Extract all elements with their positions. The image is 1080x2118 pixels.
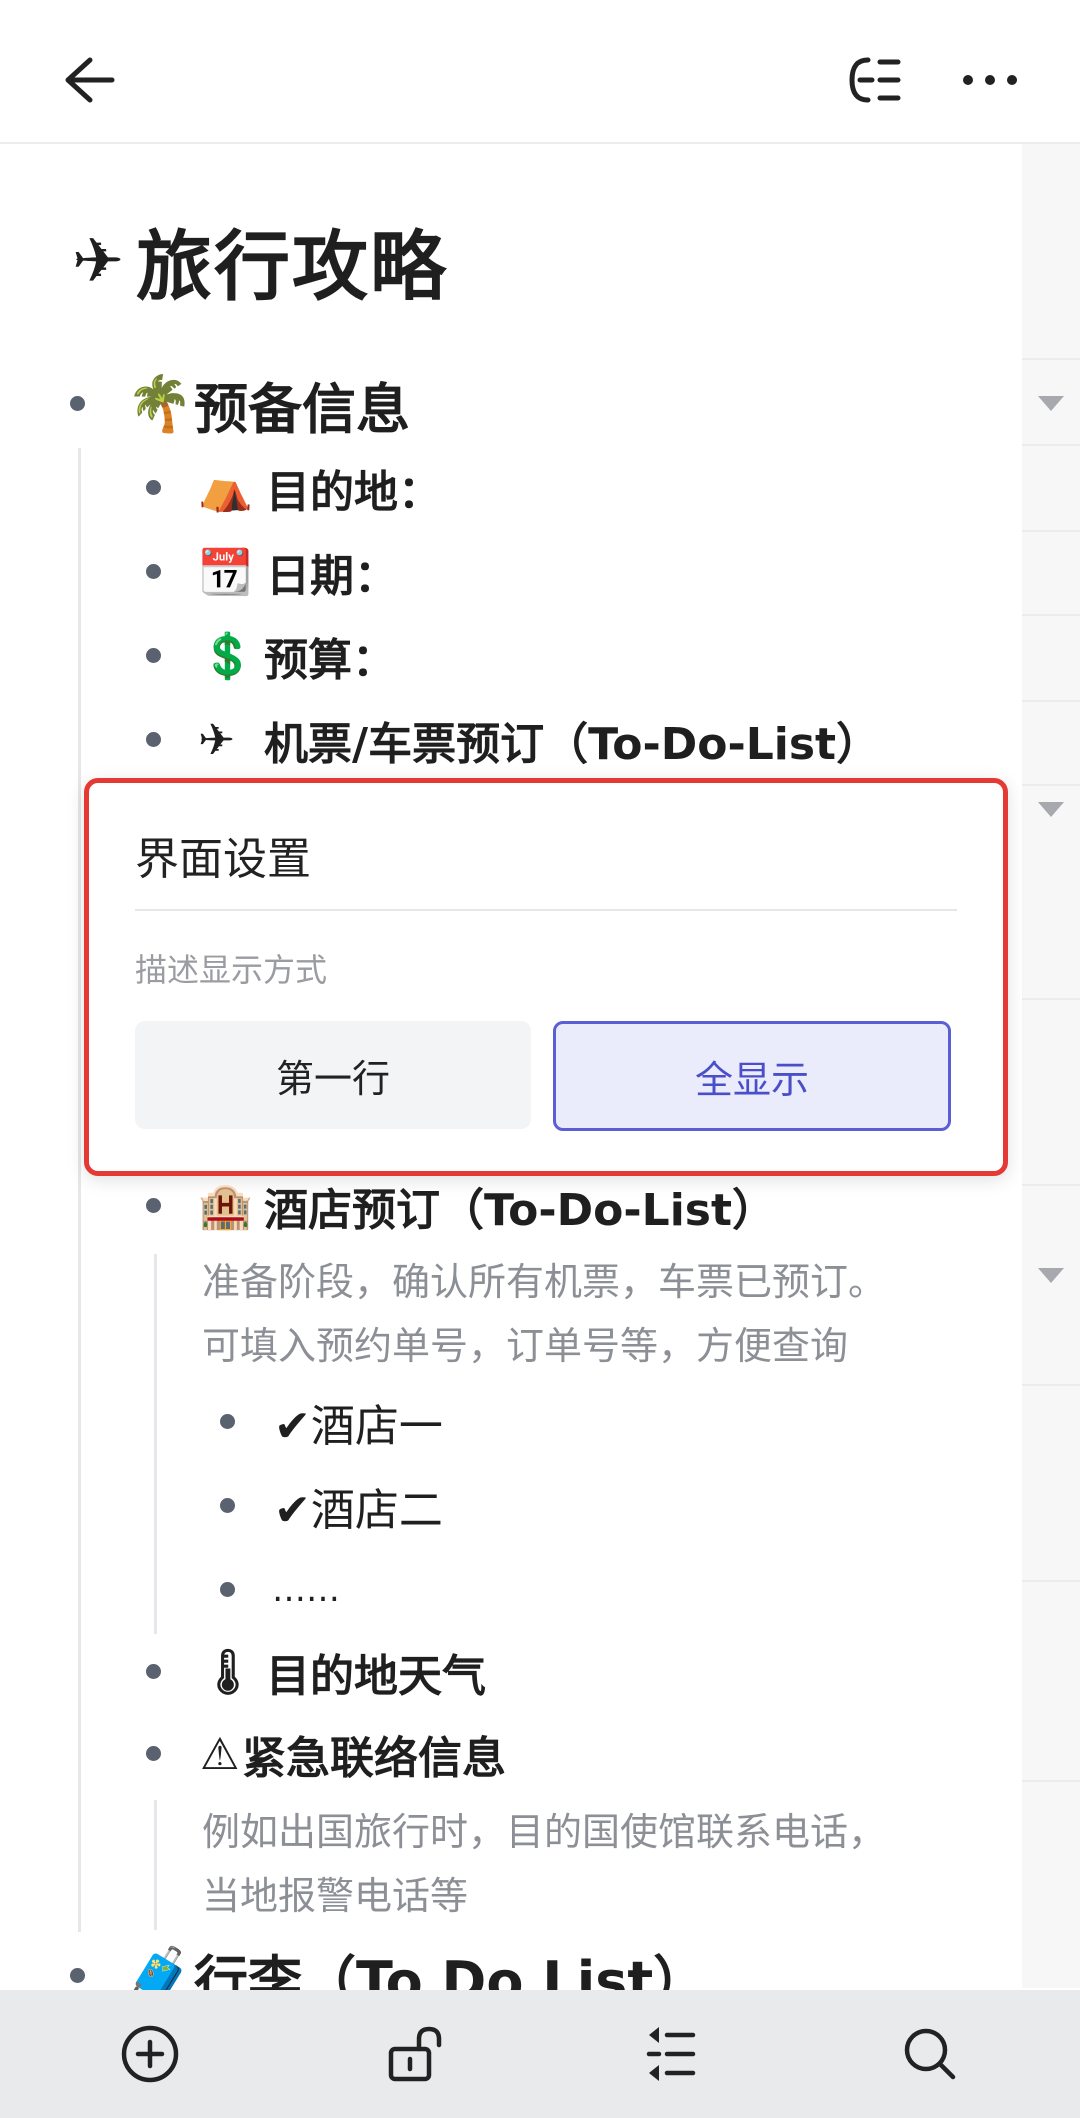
format-button[interactable] xyxy=(628,2012,712,2096)
dollar-icon: 💲 xyxy=(200,631,255,682)
calendar-icon: 📆 xyxy=(198,547,253,598)
outline-guide-line xyxy=(78,448,81,1932)
add-button[interactable] xyxy=(108,2012,192,2096)
airplane-icon: ✈ xyxy=(198,714,235,766)
back-button[interactable] xyxy=(48,40,128,120)
popup-title: 界面设置 xyxy=(135,834,311,885)
search-icon xyxy=(904,2028,956,2080)
item-description: 例如出国旅行时，目的国使馆联系电话， xyxy=(202,1810,887,1854)
palm-tree-icon: 🌴 xyxy=(126,372,194,435)
tent-icon: ⛺ xyxy=(198,463,253,514)
hotel-icon: 🏨 xyxy=(198,1181,253,1232)
collapse-toggle-icon[interactable] xyxy=(1038,802,1064,817)
display-mode-label: 描述显示方式 xyxy=(135,951,328,989)
airplane-icon: ✈ xyxy=(72,223,126,297)
item-description: 当地报警电话等 xyxy=(202,1874,469,1918)
collapse-expand-icon xyxy=(646,2027,696,2081)
more-dots-icon xyxy=(963,75,1017,85)
thermometer-icon: 🌡 xyxy=(200,1647,256,1698)
search-button[interactable] xyxy=(888,2012,972,2096)
collapse-toggle-icon[interactable] xyxy=(1038,396,1064,411)
lock-button[interactable] xyxy=(372,2012,456,2096)
top-bar xyxy=(0,0,1080,144)
divider xyxy=(135,909,957,911)
outline-guide-line xyxy=(154,1254,157,1634)
item-description: 可填入预约单号，订单号等，方便查询 xyxy=(202,1324,849,1368)
collapse-toggle-icon[interactable] xyxy=(1038,1268,1064,1283)
show-all-option-button[interactable]: 全显示 xyxy=(553,1021,951,1131)
back-arrow-icon xyxy=(65,57,115,103)
first-line-option-button[interactable]: 第一行 xyxy=(135,1021,531,1129)
page-title: ✈ 旅行攻略 xyxy=(72,222,448,311)
outline-button[interactable] xyxy=(836,40,916,120)
add-circle-icon xyxy=(121,2025,179,2083)
more-button[interactable] xyxy=(950,40,1030,120)
warning-icon: ⚠ xyxy=(200,1728,240,1780)
bottom-toolbar xyxy=(0,1990,1080,2118)
outline-icon xyxy=(849,57,901,103)
interface-settings-popup: 界面设置 描述显示方式 第一行 全显示 xyxy=(84,778,1008,1176)
unlock-icon xyxy=(388,2026,442,2082)
right-gutter xyxy=(1022,144,1080,1988)
outline-guide-line xyxy=(154,1800,157,1930)
item-description: 准备阶段，确认所有机票，车票已预订。 xyxy=(202,1260,887,1304)
